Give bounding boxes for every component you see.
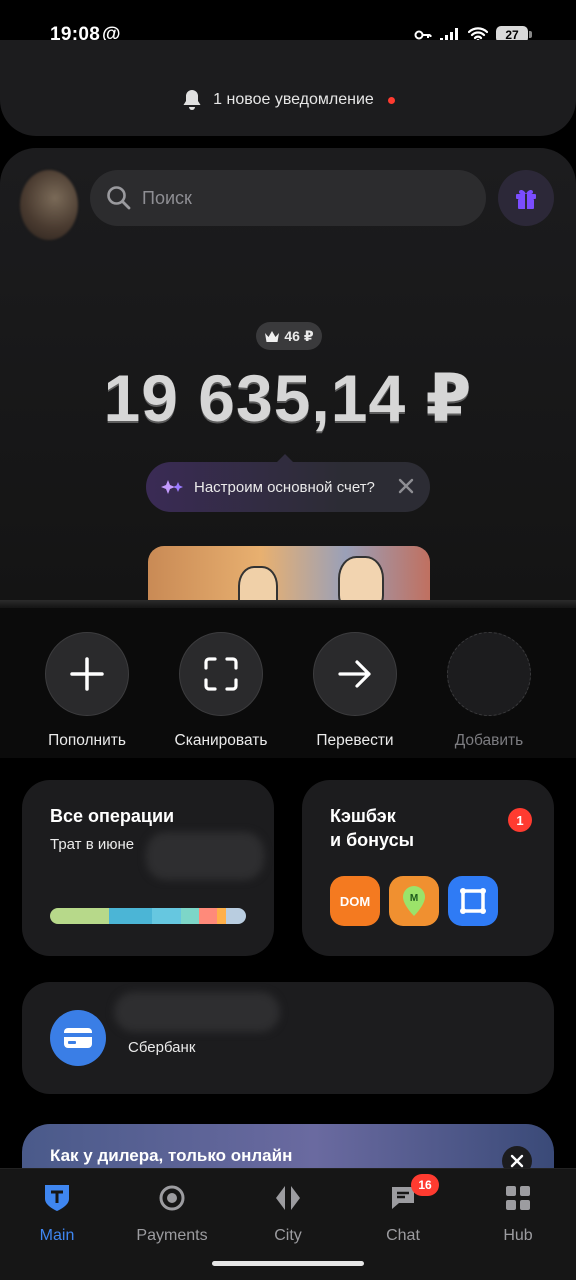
account-balance[interactable]: 19 635,14 ₽ <box>0 360 576 437</box>
partner-app-icon[interactable] <box>448 876 498 926</box>
add-action[interactable]: Добавить <box>434 632 544 750</box>
spending-segment <box>50 908 109 924</box>
topup-action[interactable]: Пополнить <box>32 632 142 750</box>
hidden-amount <box>146 832 264 880</box>
bank-name: Сбербанк <box>128 1039 196 1056</box>
map-pin-icon: М <box>403 886 425 916</box>
tab-payments[interactable]: Payments <box>122 1183 222 1245</box>
hub-grid-icon <box>506 1186 530 1210</box>
spending-segment <box>216 908 227 924</box>
bank-card-icon <box>50 1010 106 1066</box>
action-label: Добавить <box>454 732 524 749</box>
card-icon <box>64 1028 92 1048</box>
tab-main[interactable]: Main <box>7 1183 107 1245</box>
unread-dot <box>387 96 395 104</box>
close-icon <box>510 1154 524 1168</box>
tile-title: Все операции <box>50 806 175 826</box>
main-account-card: Поиск 46 ₽ 19 635,14 ₽ Настроим основной… <box>0 148 576 608</box>
gift-button[interactable] <box>498 170 554 226</box>
vpn-key-icon <box>414 30 432 39</box>
quick-actions: Пополнить Сканировать Перевести Добавить <box>0 608 576 758</box>
search-input[interactable]: Поиск <box>90 170 486 226</box>
scan-button[interactable] <box>179 632 263 716</box>
crown-icon <box>265 330 280 342</box>
hidden-amount <box>114 992 280 1032</box>
plus-icon <box>70 657 104 691</box>
card-bottom-edge <box>0 600 576 608</box>
cashback-badge: 1 <box>508 808 532 832</box>
cashback-chip[interactable]: 46 ₽ <box>256 322 322 350</box>
avatar[interactable] <box>20 170 78 240</box>
payments-icon <box>159 1185 185 1211</box>
home-indicator[interactable] <box>212 1261 364 1266</box>
banner-text: Как у дилера, только онлайн <box>50 1146 293 1165</box>
add-button[interactable] <box>447 632 531 716</box>
notification-panel[interactable]: 1 новое уведомление <box>0 40 576 136</box>
tab-city[interactable]: City <box>238 1183 338 1245</box>
search-placeholder: Поиск <box>142 187 192 208</box>
tab-icon-wrap <box>122 1183 222 1213</box>
topup-button[interactable] <box>45 632 129 716</box>
all-operations-tile[interactable]: Все операции Трат в июне <box>22 780 274 956</box>
gift-icon <box>516 189 536 209</box>
action-label: Сканировать <box>174 732 268 749</box>
partner-logo-text: DOM <box>339 893 371 909</box>
sparkle-icon <box>161 480 183 494</box>
notification-text: 1 новое уведомление <box>213 91 374 108</box>
promo-banner-image[interactable] <box>148 546 430 608</box>
arrow-right-icon <box>338 660 371 688</box>
tile-title-line: Кэшбэк <box>330 806 396 826</box>
chat-unread-badge: 16 <box>411 1174 439 1196</box>
tab-icon-wrap: 16 <box>353 1174 453 1213</box>
partner-metro-icon[interactable]: М <box>389 876 439 926</box>
sberbank-account-tile[interactable]: Сбербанк <box>22 982 554 1094</box>
bank-t-icon <box>45 1185 69 1211</box>
spending-segment <box>181 908 199 924</box>
setup-account-tip[interactable]: Настроим основной счет? <box>146 454 430 512</box>
city-icon <box>276 1186 300 1210</box>
cashback-chip-value: 46 ₽ <box>284 327 314 344</box>
partner-dom-icon[interactable]: DOM <box>330 876 380 926</box>
close-icon[interactable] <box>396 476 416 496</box>
tab-icon-wrap <box>468 1183 568 1213</box>
transfer-button[interactable] <box>313 632 397 716</box>
bell-icon <box>183 90 201 110</box>
tab-label: Hub <box>503 1227 533 1244</box>
tab-label: Payments <box>136 1227 208 1244</box>
tab-label: Chat <box>386 1227 420 1244</box>
spending-segment <box>226 908 246 924</box>
cashback-bonuses-tile[interactable]: Кэшбэк и бонусы 1 DOM М <box>302 780 554 956</box>
tab-icon-wrap <box>7 1183 107 1213</box>
tab-hub[interactable]: Hub <box>468 1183 568 1245</box>
action-label: Пополнить <box>48 732 126 749</box>
tile-subtitle: Трат в июне <box>50 836 135 853</box>
notification-row[interactable]: 1 новое уведомление <box>0 88 576 112</box>
tile-title-line: и бонусы <box>330 830 414 850</box>
scan-icon <box>204 657 238 691</box>
tab-icon-wrap <box>238 1183 338 1213</box>
spending-segment <box>151 908 182 924</box>
svg-text:М: М <box>410 893 418 904</box>
spending-bar <box>50 908 246 924</box>
transfer-action[interactable]: Перевести <box>300 632 410 750</box>
spending-segment <box>108 908 152 924</box>
scan-action[interactable]: Сканировать <box>166 632 276 750</box>
app-logo-icon <box>460 888 486 914</box>
search-icon <box>107 186 131 210</box>
tile-title: Кэшбэк и бонусы <box>330 804 414 852</box>
action-label: Перевести <box>316 732 394 749</box>
tab-label: Main <box>39 1227 75 1244</box>
tip-text: Настроим основной счет? <box>194 478 375 496</box>
spending-segment <box>198 908 217 924</box>
tab-chat[interactable]: 16 Chat <box>353 1174 453 1245</box>
tab-label: City <box>274 1227 302 1244</box>
